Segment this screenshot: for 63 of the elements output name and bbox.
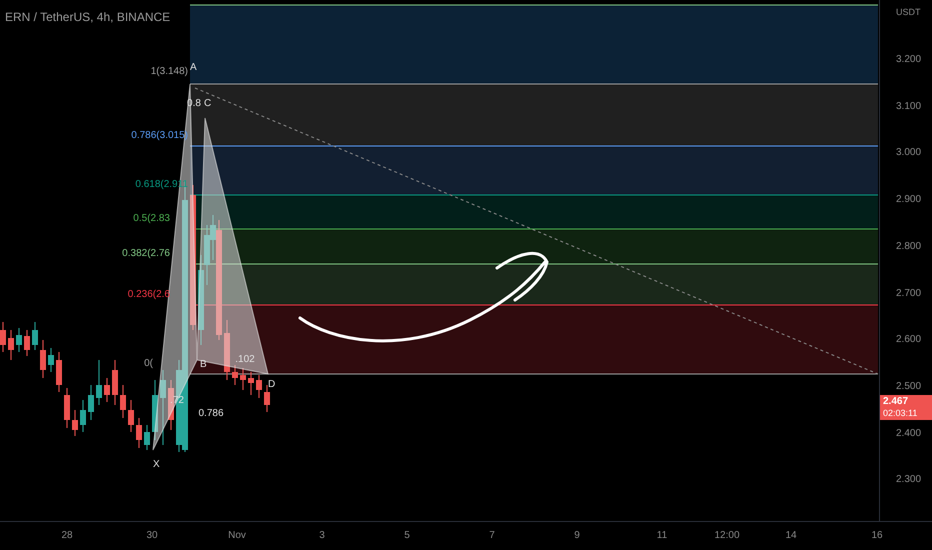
candlestick xyxy=(16,328,22,352)
price-tick: 2.600 xyxy=(896,334,922,346)
candlestick xyxy=(8,330,14,360)
candlestick xyxy=(56,352,62,392)
candlestick xyxy=(256,374,262,398)
candlestick xyxy=(32,322,38,350)
price-tick: 3.200 xyxy=(896,54,922,66)
time-tick: 16 xyxy=(871,529,883,543)
candlestick xyxy=(120,384,126,418)
time-tick: 30 xyxy=(146,529,158,543)
pattern-point-label: D xyxy=(268,379,276,390)
time-tick: Nov xyxy=(228,529,246,543)
candlestick xyxy=(48,348,54,372)
pattern-point-label: X xyxy=(153,459,160,470)
ratio-label: .102 xyxy=(235,354,255,365)
candlestick xyxy=(128,400,134,432)
time-tick: 14 xyxy=(785,529,797,543)
candlestick xyxy=(104,378,110,402)
candlestick xyxy=(264,384,270,412)
time-tick: 3 xyxy=(319,529,325,543)
time-tick: 11 xyxy=(656,529,668,543)
candlestick xyxy=(88,384,94,420)
time-tick: 5 xyxy=(404,529,410,543)
candlestick xyxy=(0,322,6,352)
candlestick xyxy=(64,388,70,428)
price-tick: 2.500 xyxy=(896,380,922,393)
time-tick: 9 xyxy=(574,529,580,543)
fib-level-label: 0.382(2.76 xyxy=(122,248,170,259)
candlestick xyxy=(80,400,86,432)
price-tick: 3.000 xyxy=(896,147,922,160)
price-tick: 2.400 xyxy=(896,428,922,440)
candlestick xyxy=(232,364,238,386)
fib-level-label: 1(3.148) xyxy=(150,66,188,77)
symbol-title: ERN / TetherUS, 4h, BINANCE xyxy=(5,9,170,26)
time-tick: 7 xyxy=(489,529,495,543)
candlestick xyxy=(240,368,246,390)
ratio-label: .72 xyxy=(170,395,184,406)
pattern-point-label: B xyxy=(200,359,207,370)
price-tick: 2.700 xyxy=(896,288,922,300)
pattern-point-label: A xyxy=(190,62,197,73)
candlestick xyxy=(96,360,102,406)
candlestick xyxy=(24,330,30,356)
candlestick xyxy=(40,340,46,378)
price-tick: 2.800 xyxy=(896,240,922,253)
pattern-point-label: C xyxy=(204,98,212,109)
candlestick xyxy=(152,380,158,440)
fib-level-label: 0( xyxy=(144,358,153,369)
candlestick xyxy=(224,320,230,380)
candlestick xyxy=(112,360,118,406)
price-tick: 2.300 xyxy=(896,474,922,486)
ratio-label: 0.786 xyxy=(198,408,224,419)
time-tick: 12:00 xyxy=(714,529,740,543)
candlestick xyxy=(248,372,254,396)
candlestick xyxy=(144,424,150,450)
candlestick xyxy=(136,418,142,448)
bar-countdown: 02:03:11 xyxy=(883,408,918,419)
fib-level-label: 0.5(2.83 xyxy=(133,213,170,224)
time-tick: 28 xyxy=(61,529,73,543)
price-tick: 2.900 xyxy=(896,194,922,206)
price-tick: 3.100 xyxy=(896,100,922,113)
candlestick xyxy=(72,410,78,436)
current-price: 2.467 xyxy=(883,396,910,408)
currency-unit: USDT xyxy=(896,6,920,19)
